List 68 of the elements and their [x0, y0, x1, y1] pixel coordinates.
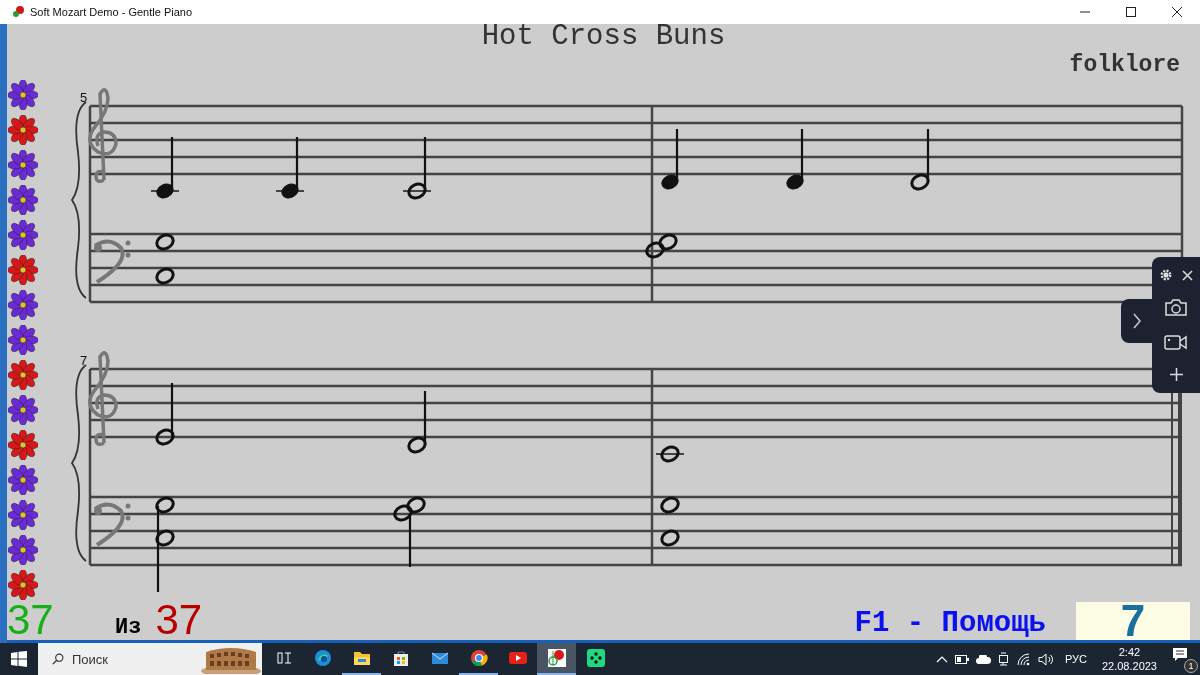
current-count: 37: [7, 600, 55, 640]
measure-number: 7: [80, 353, 88, 368]
bass-clef-icon: [93, 502, 131, 547]
taskbar-app-button[interactable]: [537, 643, 576, 675]
note: [155, 383, 175, 446]
brace-icon: [71, 101, 87, 299]
settings-icon[interactable]: [1159, 269, 1172, 282]
folder-icon: [352, 649, 371, 667]
treble-clef-icon: [88, 88, 118, 184]
shopping-bag-icon: [391, 649, 410, 667]
help-hint: F1 - Помощь: [854, 608, 1046, 640]
composer-label: folklore: [1069, 52, 1180, 78]
note: [407, 137, 427, 200]
task-view-icon: [274, 649, 293, 667]
note: [910, 129, 930, 191]
plus-icon[interactable]: [1169, 367, 1183, 381]
note: [281, 137, 299, 199]
ledger-line: [655, 453, 685, 455]
note: [407, 391, 427, 454]
note: [786, 129, 804, 190]
close-icon[interactable]: [1181, 269, 1193, 281]
window-title: Soft Mozart Demo - Gentle Piano: [30, 6, 192, 18]
maximize-icon: [1126, 7, 1136, 17]
counter-display: 7: [1076, 602, 1190, 640]
play-icon: [508, 649, 527, 667]
expand-tab[interactable]: [1121, 299, 1152, 343]
language-indicator[interactable]: РУС: [1064, 653, 1087, 665]
wifi-icon[interactable]: [1016, 652, 1031, 666]
note: [658, 233, 678, 251]
dice-icon: [586, 649, 605, 667]
windows-logo-icon: [11, 651, 27, 667]
search-icon: [52, 652, 64, 666]
note: [155, 233, 175, 251]
note: [156, 137, 174, 199]
treble-clef-icon: [88, 351, 118, 447]
camera-icon[interactable]: [1164, 297, 1188, 317]
note: [645, 241, 665, 259]
of-label: Из: [115, 616, 142, 640]
video-camera-icon[interactable]: [1164, 333, 1188, 352]
bass-clef-icon: [93, 239, 131, 284]
notification-badge: 1: [1184, 659, 1198, 673]
note: [660, 529, 680, 547]
flower-icon: [547, 649, 566, 667]
measure-number: 5: [80, 90, 88, 105]
clock-time[interactable]: 2:42: [1118, 645, 1141, 659]
brace-icon: [71, 364, 87, 562]
ledger-line: [402, 190, 432, 192]
note: [155, 267, 175, 285]
song-title: Hot Cross Buns: [481, 22, 726, 52]
cloud-icon[interactable]: [975, 654, 991, 664]
note: [660, 496, 680, 514]
chevron-right-icon: [1131, 312, 1142, 330]
ledger-line: [150, 190, 180, 192]
search-bar[interactable]: Поиск: [38, 643, 262, 675]
chrome-icon: [469, 649, 488, 667]
notification-icon[interactable]: [1172, 647, 1188, 663]
ledger-line: [275, 190, 305, 192]
volume-icon[interactable]: [1037, 652, 1054, 666]
clock-date[interactable]: 22.08.2023: [1101, 659, 1157, 673]
search-field[interactable]: Поиск: [70, 650, 194, 668]
close-icon: [1172, 7, 1182, 17]
battery-icon[interactable]: [954, 654, 969, 664]
chevron-up-icon[interactable]: [935, 655, 948, 663]
note: [660, 445, 680, 463]
flower-icon: [12, 5, 26, 19]
edge-icon: [313, 649, 332, 667]
total-count: 37: [155, 600, 203, 640]
note: [661, 129, 679, 190]
